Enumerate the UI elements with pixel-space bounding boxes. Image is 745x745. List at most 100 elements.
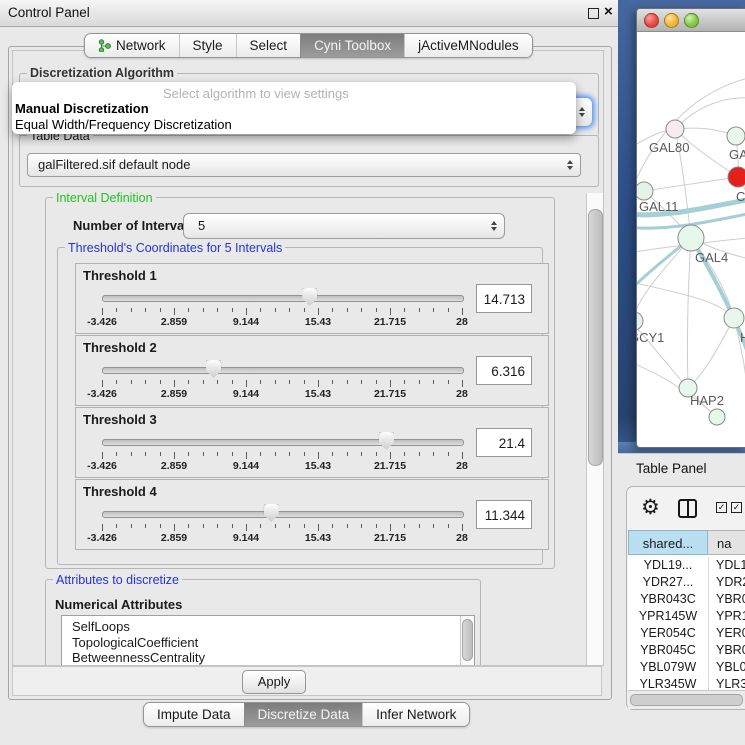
table-row[interactable]: YPR145WYPR1	[628, 608, 745, 625]
cell-shared-name: YBR043C	[628, 591, 708, 608]
tab-jactivemnodules[interactable]: jActiveMNodules	[404, 34, 532, 57]
network-node[interactable]	[666, 120, 684, 138]
tab-select[interactable]: Select	[236, 34, 301, 57]
slider-tick	[246, 452, 247, 459]
tab-network[interactable]: Network	[85, 34, 179, 57]
slider-tick	[304, 452, 305, 456]
settings-scrollbar-thumb[interactable]	[588, 209, 603, 466]
slider-track[interactable]	[102, 511, 464, 518]
slider-tick	[347, 452, 348, 456]
number-of-intervals-combobox[interactable]: 5	[183, 213, 505, 239]
network-edge	[688, 318, 734, 388]
list-scrollbar-thumb[interactable]	[462, 619, 473, 661]
slider-tick	[275, 308, 276, 312]
combo-arrows-icon	[491, 221, 497, 231]
network-edge	[675, 98, 745, 129]
slider-thumb[interactable]	[379, 432, 394, 450]
threshold-label: Threshold 4	[83, 484, 157, 499]
network-node[interactable]	[637, 182, 653, 200]
tab-label: jActiveMNodules	[418, 34, 519, 57]
tab-discretize-data[interactable]: Discretize Data	[244, 703, 363, 726]
column-header-name[interactable]: na	[708, 530, 745, 555]
slider-thumb[interactable]	[206, 360, 221, 378]
slider-tick	[275, 524, 276, 528]
list-scrollbar[interactable]	[460, 616, 474, 666]
threshold-label: Threshold 3	[83, 412, 157, 427]
float-window-icon[interactable]	[588, 8, 599, 19]
algorithm-option[interactable]: Manual Discretization	[15, 101, 149, 116]
table-row[interactable]: YBL079WYBL0	[628, 659, 745, 676]
table-data-combobox[interactable]: galFiltered.sif default node	[27, 153, 581, 177]
slider-tick	[217, 524, 218, 528]
slider-tick	[116, 452, 117, 456]
attribute-list-item[interactable]: BetweennessCentrality	[72, 650, 205, 665]
number-of-intervals-label: Number of Intervals	[73, 218, 195, 233]
gear-icon[interactable]: ⚙	[641, 495, 660, 520]
network-window-titlebar[interactable]	[637, 9, 745, 32]
attribute-list-item[interactable]: TopologicalCoefficient	[72, 635, 198, 650]
table-row[interactable]: YBR043CYBR0	[628, 591, 745, 608]
slider-tick	[289, 380, 290, 384]
slider-tick	[116, 524, 117, 528]
threshold-value-field[interactable]: 21.4	[476, 428, 532, 457]
tab-label: Discretize Data	[258, 703, 350, 726]
network-view-window[interactable]: GAL80GACGAL11GAL4GCY1HHAP2	[636, 8, 745, 448]
control-panel-title: Control Panel	[8, 5, 90, 20]
slider-thumb[interactable]	[264, 504, 279, 522]
slider-tick-label: 28	[434, 460, 490, 472]
numerical-attributes-list[interactable]: SelfLoopsTopologicalCoefficientBetweenne…	[61, 615, 475, 666]
slider-tick-label: 21.715	[362, 316, 418, 328]
slider-tick	[318, 524, 319, 531]
apply-button[interactable]: Apply	[242, 670, 306, 694]
zoom-window-icon[interactable]	[684, 13, 699, 28]
close-icon[interactable]: ×	[604, 3, 613, 20]
table-row[interactable]: YDL19...YDL1	[628, 557, 745, 574]
split-view-icon[interactable]	[678, 499, 697, 518]
tab-impute-data[interactable]: Impute Data	[144, 703, 244, 726]
network-node[interactable]	[728, 167, 745, 187]
slider-tick	[289, 308, 290, 312]
minimize-window-icon[interactable]	[664, 13, 679, 28]
table-row[interactable]: YDR27...YDR2	[628, 574, 745, 591]
threshold-value-field[interactable]: 11.344	[476, 500, 532, 529]
algorithm-option[interactable]: Equal Width/Frequency Discretization	[15, 117, 232, 132]
slider-tick	[160, 452, 161, 456]
node-table[interactable]: shared...naYDL19...YDL1YDR27...YDR2YBR04…	[628, 530, 745, 692]
table-row[interactable]: YER054CYER0	[628, 625, 745, 642]
network-node[interactable]	[724, 308, 744, 328]
threshold-label: Threshold 1	[83, 268, 157, 283]
column-header-shared-name[interactable]: shared...	[628, 530, 708, 555]
network-node[interactable]	[678, 225, 704, 251]
network-node[interactable]	[709, 409, 725, 425]
slider-tick	[102, 452, 103, 459]
combo-arrows-icon	[567, 160, 573, 170]
slider-tick	[462, 380, 463, 387]
slider-tick	[433, 452, 434, 456]
slider-tick	[419, 380, 420, 384]
slider-tick-label: 9.144	[218, 460, 274, 472]
slider-track[interactable]	[102, 367, 464, 374]
slider-tick	[433, 524, 434, 528]
tab-infer-network[interactable]: Infer Network	[362, 703, 469, 726]
tab-cyni-toolbox[interactable]: Cyni Toolbox	[300, 34, 404, 57]
attribute-list-item[interactable]: SelfLoops	[72, 619, 130, 634]
slider-tick	[203, 524, 204, 528]
slider-tick-label: 2.859	[146, 388, 202, 400]
settings-scrollbar[interactable]	[586, 193, 604, 665]
tab-style[interactable]: Style	[179, 34, 236, 57]
column-select-icons[interactable]: ✓ ✓	[716, 502, 742, 513]
close-window-icon[interactable]	[644, 13, 659, 28]
network-node[interactable]	[727, 127, 745, 145]
slider-track[interactable]	[102, 439, 464, 446]
threshold-value-field[interactable]: 14.713	[476, 284, 532, 313]
bottom-tab-bar: Impute Data Discretize Data Infer Network	[143, 702, 470, 727]
threshold-value-field[interactable]: 6.316	[476, 356, 532, 385]
slider-tick	[448, 452, 449, 456]
slider-track[interactable]	[102, 295, 464, 302]
slider-tick	[174, 524, 175, 531]
table-hscrollbar-thumb[interactable]	[630, 694, 743, 706]
table-row[interactable]: YBR045CYBR0	[628, 642, 745, 659]
network-node[interactable]	[637, 312, 643, 330]
slider-thumb[interactable]	[302, 288, 317, 306]
network-canvas[interactable]: GAL80GACGAL11GAL4GCY1HHAP2	[637, 31, 745, 447]
